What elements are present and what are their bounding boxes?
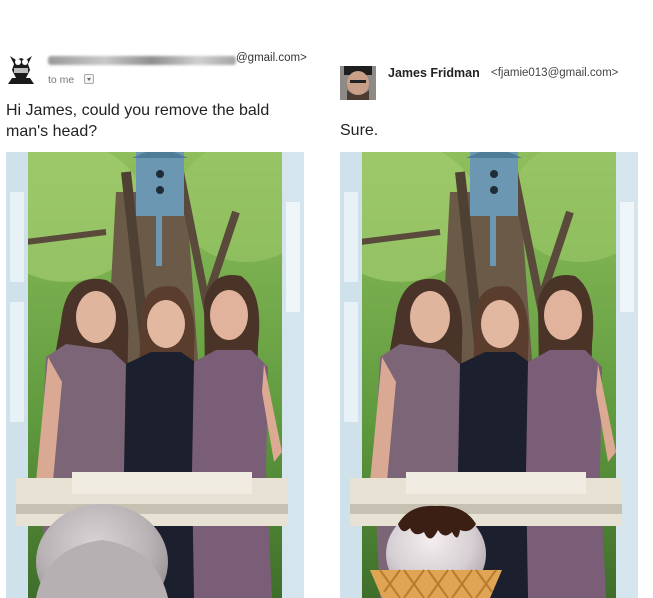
sender-email: @gmail.com> [236, 52, 307, 64]
sender-name-redacted [48, 56, 236, 65]
sender-email: <fjamie013@gmail.com> [491, 67, 619, 79]
sender-avatar[interactable] [340, 66, 376, 100]
chevron-down-icon[interactable] [84, 74, 94, 84]
message-body: Sure. [340, 122, 379, 139]
message-body: Hi James, could you remove the bald man'… [6, 102, 270, 140]
recipient-label: to me [48, 74, 75, 86]
sender-name: James Fridman [388, 66, 480, 80]
request-email: @gmail.com> to me Hi James, could you re… [0, 0, 318, 598]
reply-email: James Fridman <fjamie013@gmail.com> Sure… [336, 0, 653, 598]
sender-avatar[interactable] [6, 50, 36, 84]
edited-photo [340, 152, 638, 598]
original-photo [6, 152, 304, 598]
